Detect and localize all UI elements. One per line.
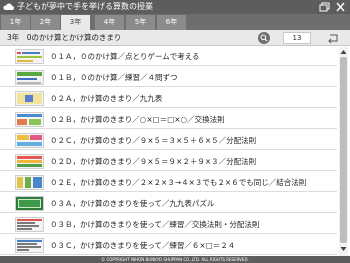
list-item[interactable]: ０２Ｅ，かけ算のきまり／２×２×３→４×３でも２×６でも同じ／結合法則 <box>0 173 337 192</box>
lesson-thumbnail <box>15 196 44 211</box>
list-item[interactable]: ０２Ｄ，かけ算のきまり／９×５＝９×２＋９×３／分配法則 <box>0 152 337 171</box>
lesson-thumbnail <box>15 175 44 190</box>
close-icon[interactable] <box>335 2 346 12</box>
title-bar: 子どもが夢中で手を挙げる算数の授業 <box>0 0 350 14</box>
tab-grade-5[interactable]: 5年 <box>126 15 155 30</box>
tab-grade-2[interactable]: 2年 <box>31 15 60 30</box>
lesson-thumbnail <box>15 238 44 253</box>
unit-title: 3年 0のかけ算とかけ算のきまり <box>7 33 122 42</box>
list-item[interactable]: ０２Ａ，かけ算のきまり／九九表 <box>0 89 337 108</box>
list-item[interactable]: ０３Ａ，かけ算のきまりを使って／九九表パズル <box>0 194 337 213</box>
lesson-title: ０２Ａ，かけ算のきまり／九九表 <box>50 94 163 103</box>
copyright-text: © COPYRIGHT NIHON BUNKYO SHUPPAN CO.,LTD… <box>101 257 249 262</box>
scrollbar-thumb[interactable] <box>340 57 347 243</box>
lesson-thumbnail <box>15 133 44 148</box>
scroll-up-icon[interactable] <box>339 48 348 56</box>
lesson-list: ０１Ａ，０のかけ算／点とりゲームで考える ０１Ｂ，０のかけ算／練習／４問ずつ ０… <box>0 47 337 256</box>
lesson-title: ０２Ｅ，かけ算のきまり／２×２×３→４×３でも２×６でも同じ／結合法則 <box>50 178 307 187</box>
lesson-title: ０１Ａ，０のかけ算／点とりゲームで考える <box>50 52 200 61</box>
tab-grade-4[interactable]: 4年 <box>95 15 124 30</box>
tab-grade-3[interactable]: 3年 <box>61 15 90 30</box>
list-item[interactable]: ０２Ｃ，かけ算のきまり／９×５＝３×５＋６×５／分配法則 <box>0 131 337 150</box>
lesson-count: 13 <box>283 32 311 44</box>
lesson-thumbnail <box>15 49 44 64</box>
lesson-title: ０３Ａ，かけ算のきまりを使って／九九表パズル <box>50 199 215 208</box>
lesson-thumbnail <box>15 154 44 169</box>
scroll-down-icon[interactable] <box>339 245 348 253</box>
lesson-thumbnail <box>15 91 44 106</box>
lesson-thumbnail <box>15 112 44 127</box>
search-icon[interactable] <box>258 32 270 44</box>
tab-grade-6[interactable]: 6年 <box>157 15 186 30</box>
list-item[interactable]: ０１Ａ，０のかけ算／点とりゲームで考える <box>0 47 337 66</box>
list-item[interactable]: ０２Ｂ，かけ算のきまり／○×□＝□×○／交換法則 <box>0 110 337 129</box>
footer-bar: © COPYRIGHT NIHON BUNKYO SHUPPAN CO.,LTD… <box>0 256 350 263</box>
list-scrollbar[interactable] <box>339 47 348 256</box>
unit-header: 3年 0のかけ算とかけ算のきまり 13 <box>0 30 350 46</box>
lesson-title: ０２Ｂ，かけ算のきまり／○×□＝□×○／交換法則 <box>50 115 225 124</box>
list-item[interactable]: ０３Ｃ，かけ算のきまりを使って／練習／６×□＝２４ <box>0 236 337 255</box>
lesson-title: ０２Ｄ，かけ算のきまり／９×５＝９×２＋９×３／分配法則 <box>50 157 257 166</box>
lesson-title: ０２Ｃ，かけ算のきまり／９×５＝３×５＋６×５／分配法則 <box>50 136 257 145</box>
restore-window-icon[interactable] <box>319 2 330 12</box>
lesson-title: ０３Ｃ，かけ算のきまりを使って／練習／６×□＝２４ <box>50 241 236 250</box>
cloud-icon <box>3 3 14 10</box>
grade-tab-bar: 1年 2年 3年 4年 5年 6年 <box>0 14 350 30</box>
list-item[interactable]: ０３Ｂ，かけ算のきまりを使って／練習／交換法則・分配法則 <box>0 215 337 234</box>
lesson-thumbnail <box>15 70 44 85</box>
lesson-title: ０３Ｂ，かけ算のきまりを使って／練習／交換法則・分配法則 <box>50 220 260 229</box>
return-arrow-icon[interactable] <box>322 32 344 44</box>
lesson-thumbnail <box>15 217 44 232</box>
app-title: 子どもが夢中で手を挙げる算数の授業 <box>17 2 153 11</box>
lesson-title: ０１Ｂ，０のかけ算／練習／４問ずつ <box>50 73 178 82</box>
list-item[interactable]: ０１Ｂ，０のかけ算／練習／４問ずつ <box>0 68 337 87</box>
tab-grade-1[interactable]: 1年 <box>1 15 30 30</box>
